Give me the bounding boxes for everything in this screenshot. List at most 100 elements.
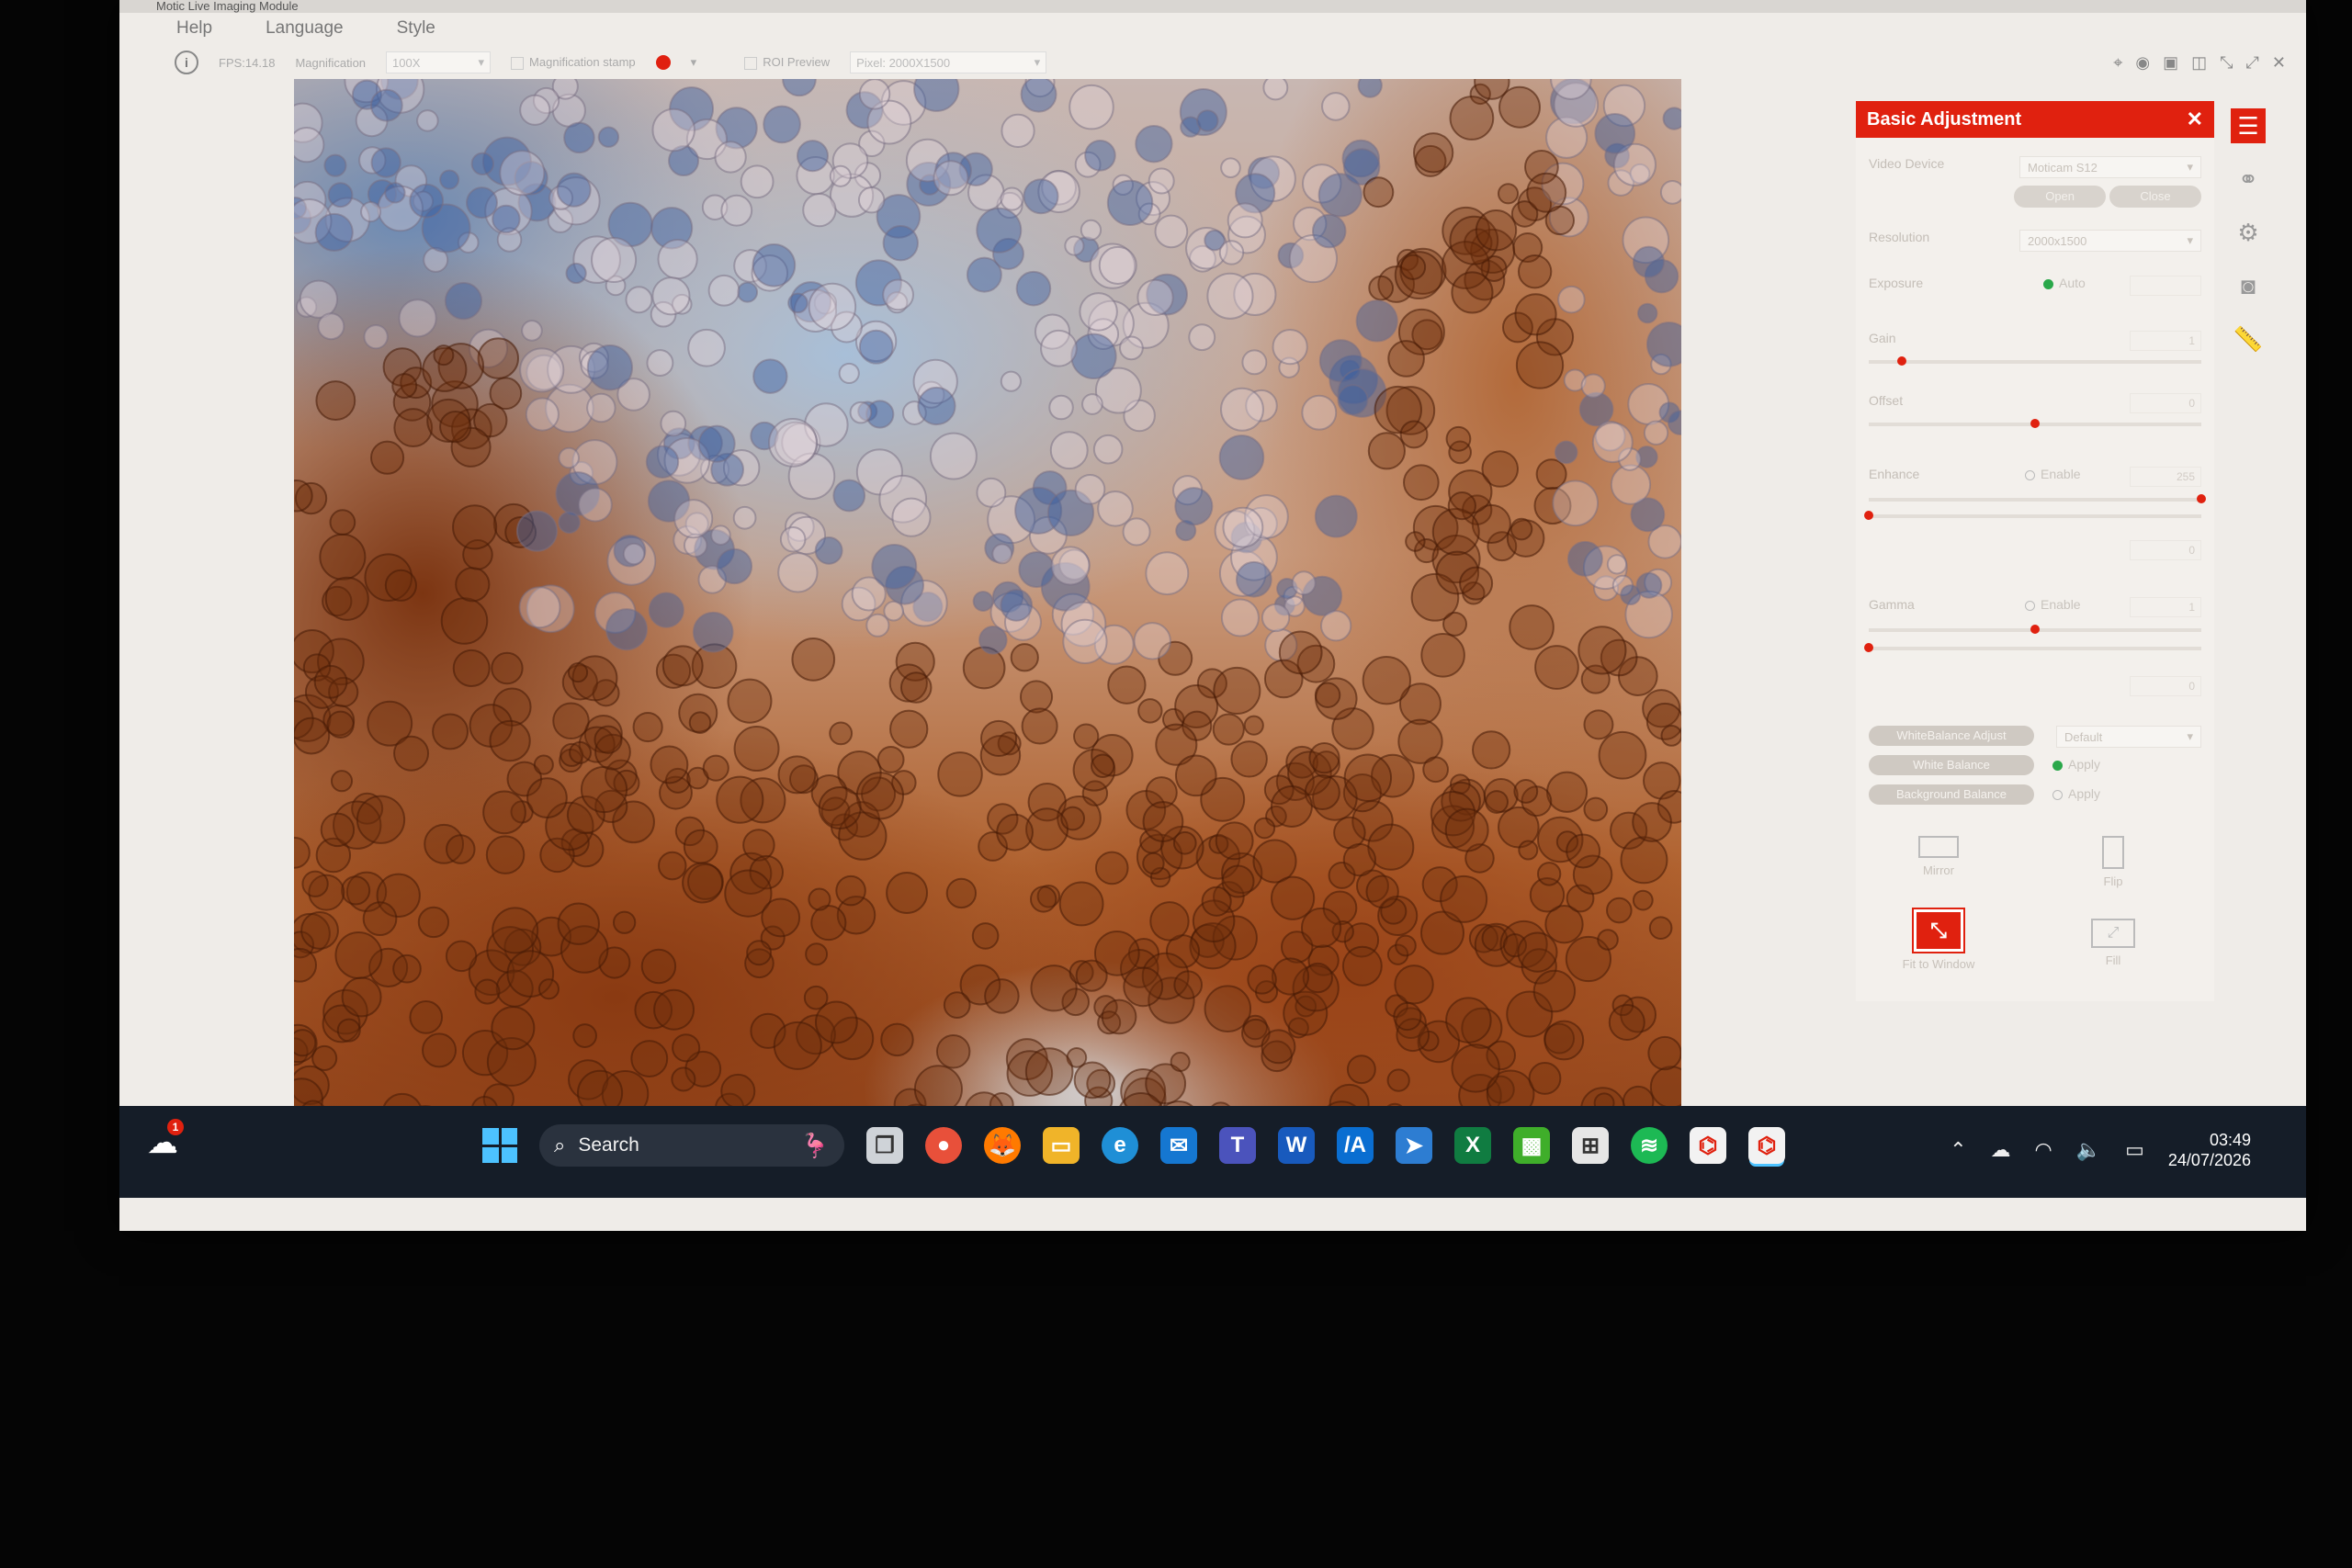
enhance-enable-checkbox[interactable]: Enable (2025, 467, 2081, 481)
pixel-select[interactable]: Pixel: 2000X1500 ▾ (850, 51, 1047, 73)
chevron-down-icon: ▾ (478, 55, 485, 69)
wb-mode-select[interactable]: Default ▾ (2056, 726, 2201, 748)
wb-adjust-button[interactable]: WhiteBalance Adjust (1869, 726, 2034, 746)
offset-slider[interactable] (1869, 419, 2201, 428)
onedrive-icon[interactable]: ☁ (1991, 1138, 2011, 1162)
cell (1594, 112, 1636, 154)
cell (452, 649, 491, 687)
cad-app-icon[interactable]: /A (1337, 1127, 1374, 1164)
video-device-label: Video Device (1869, 156, 1945, 171)
teams-icon[interactable]: T (1219, 1127, 1256, 1164)
cell (1399, 254, 1427, 280)
fit-to-window-button[interactable]: ⤡ Fit to Window (1883, 909, 1994, 971)
enhance-value[interactable]: 255 (2130, 467, 2201, 487)
panel-close-icon[interactable]: ✕ (2187, 107, 2203, 131)
gain-row: Gain 1 (1869, 331, 2201, 377)
adjustment-sliders-icon[interactable]: ☰ (2231, 108, 2266, 143)
menu-help[interactable]: Help (176, 18, 212, 39)
background-balance-button[interactable]: Background Balance (1869, 784, 2034, 805)
gamma-slider[interactable] (1869, 625, 2201, 634)
menu-style[interactable]: Style (397, 18, 435, 39)
file-explorer-icon[interactable]: ▭ (1043, 1127, 1080, 1164)
enhance-slider[interactable] (1869, 494, 2206, 503)
exposure-value-box[interactable] (2130, 276, 2201, 296)
enhance-slider-2[interactable] (1864, 511, 2201, 520)
firefox-icon[interactable]: 🦊 (984, 1127, 1021, 1164)
measure-ruler-icon[interactable]: 📏 (2231, 321, 2266, 356)
gamma-enable-checkbox[interactable]: Enable (2025, 597, 2081, 612)
cell (1394, 964, 1434, 1005)
cell (1070, 333, 1117, 380)
cell (470, 152, 495, 176)
open-button[interactable]: Open (2014, 186, 2107, 208)
gamma-value-2[interactable]: 0 (2130, 676, 2201, 696)
cell (294, 126, 325, 164)
outlook-icon[interactable]: ✉ (1160, 1127, 1197, 1164)
minecraft-icon[interactable]: ▩ (1513, 1127, 1550, 1164)
live-image-view[interactable] (294, 79, 1681, 1135)
gain-slider[interactable] (1869, 356, 2201, 366)
resolution-select[interactable]: 2000x1500 ▾ (2019, 230, 2201, 252)
motic-live-active-icon[interactable]: ⌬ (1748, 1127, 1785, 1164)
excel-icon[interactable]: X (1454, 1127, 1491, 1164)
gamma-value[interactable]: 1 (2130, 597, 2201, 617)
enhance-slider-2-knob[interactable] (1864, 511, 1873, 520)
motic-app-icon[interactable]: ⌬ (1690, 1127, 1726, 1164)
spotify-icon[interactable]: ≋ (1631, 1127, 1668, 1164)
cell (810, 904, 847, 942)
maximize-icon[interactable]: ⤢ (2246, 53, 2259, 73)
info-icon[interactable]: i (175, 51, 198, 74)
minimize-icon[interactable]: ⤡ (2220, 53, 2233, 73)
roi-preview-checkbox[interactable]: ROI Preview (744, 55, 830, 70)
split-view-icon[interactable]: ◫ (2191, 53, 2207, 73)
windows-start-icon[interactable] (482, 1128, 517, 1163)
bb-apply-radio[interactable]: Apply (2052, 786, 2100, 801)
taskbar-search[interactable]: ⌕ Search 🦩 (539, 1124, 844, 1167)
sway-icon[interactable]: ➤ (1396, 1127, 1432, 1164)
wb-apply-radio[interactable]: Apply (2052, 757, 2100, 772)
cell (1311, 213, 1347, 249)
word-icon[interactable]: W (1278, 1127, 1315, 1164)
cell (1449, 96, 1495, 141)
battery-icon[interactable]: ▭ (2125, 1138, 2144, 1162)
office-app-icon[interactable]: ● (925, 1127, 962, 1164)
cell (1577, 626, 1627, 675)
offset-slider-knob[interactable] (2030, 419, 2040, 428)
system-clock[interactable]: 03:49 24/07/2026 (2168, 1130, 2251, 1170)
edge-icon[interactable]: e (1102, 1127, 1138, 1164)
video-device-select[interactable]: Moticam S12 ▾ (2019, 156, 2201, 178)
chevron-up-icon[interactable]: ⌃ (1950, 1138, 1966, 1162)
roi-preview-label: ROI Preview (763, 55, 831, 70)
settings-gear-icon[interactable]: ⚙ (2231, 215, 2266, 250)
gain-value[interactable]: 1 (2130, 331, 2201, 351)
white-balance-button[interactable]: White Balance (1869, 755, 2034, 775)
flip-toggle[interactable]: Flip (2067, 836, 2159, 888)
color-circles-icon[interactable]: ⚭ (2231, 162, 2266, 197)
pin-icon[interactable]: ⌖ (2113, 53, 2122, 73)
menu-language[interactable]: Language (266, 18, 344, 39)
mirror-toggle[interactable]: Mirror (1893, 836, 1984, 877)
store-icon[interactable]: ⊞ (1572, 1127, 1609, 1164)
stamp-color-swatch[interactable] (655, 55, 671, 70)
fill-button[interactable]: ⤢ Fill (2067, 919, 2159, 967)
volume-icon[interactable]: 🔈 (2076, 1138, 2101, 1162)
capture-camera-icon[interactable]: ◙ (2231, 268, 2266, 303)
gamma-slider-2-knob[interactable] (1864, 643, 1873, 652)
close-button[interactable]: Close (2109, 186, 2201, 208)
wifi-icon[interactable]: ◠ (2035, 1138, 2052, 1162)
camera-icon[interactable]: ◉ (2135, 53, 2150, 73)
task-view-icon[interactable]: ❐ (866, 1127, 903, 1164)
gain-slider-knob[interactable] (1897, 356, 1907, 366)
chevron-down-icon[interactable]: ▾ (691, 55, 697, 70)
gamma-slider-knob[interactable] (2030, 625, 2040, 634)
magnification-select[interactable]: 100X ▾ (386, 51, 492, 73)
close-icon[interactable]: ✕ (2272, 53, 2286, 73)
save-icon[interactable]: ▣ (2163, 53, 2178, 73)
enhance-value-2[interactable]: 0 (2130, 540, 2201, 560)
exposure-auto-radio[interactable]: Auto (2043, 276, 2086, 290)
offset-value[interactable]: 0 (2130, 393, 2201, 413)
gamma-slider-2[interactable] (1864, 643, 2201, 652)
enhance-slider-knob[interactable] (2197, 494, 2206, 503)
cell (326, 710, 355, 739)
magnification-stamp-checkbox[interactable]: Magnification stamp (511, 55, 636, 70)
